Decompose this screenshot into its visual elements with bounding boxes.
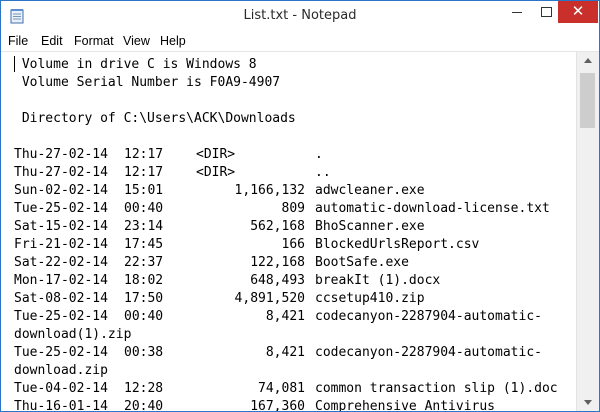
entry-date: Fri-21-02-14 bbox=[14, 237, 108, 252]
file-size: 4,891,520 bbox=[234, 291, 305, 306]
entry-time: 12:17 bbox=[124, 147, 164, 162]
title-bar[interactable]: List.txt - Notepad ✕ bbox=[1, 1, 599, 31]
file-size: 809 bbox=[281, 201, 305, 216]
scroll-up-button[interactable] bbox=[577, 52, 599, 69]
file-size: 562,168 bbox=[250, 219, 305, 234]
entry-time: 20:40 bbox=[124, 399, 164, 411]
entry-date: Thu-27-02-14 bbox=[14, 165, 108, 180]
entry-time: 17:50 bbox=[124, 291, 164, 306]
menu-file[interactable]: File bbox=[8, 34, 28, 48]
file-name: breakIt (1).docx bbox=[315, 273, 441, 288]
document-header-line: Directory of C:\Users\ACK\Downloads bbox=[14, 111, 296, 126]
entry-date: Sat-22-02-14 bbox=[14, 255, 108, 270]
file-name-continuation: download.zip bbox=[14, 363, 108, 378]
text-editor-area[interactable]: Volume in drive C is Windows 8 Volume Se… bbox=[1, 52, 576, 411]
entry-date: Tue-25-02-14 bbox=[14, 345, 108, 360]
menu-bar: File Edit Format View Help bbox=[1, 31, 599, 52]
file-size: 74,081 bbox=[258, 381, 305, 396]
file-name: Comprehensive Antivirus bbox=[315, 399, 496, 411]
menu-edit[interactable]: Edit bbox=[41, 34, 63, 48]
file-size: 1,166,132 bbox=[234, 183, 305, 198]
file-name: codecanyon-2287904-automatic- bbox=[315, 309, 542, 324]
menu-help[interactable]: Help bbox=[160, 34, 186, 48]
document-header-line: Volume Serial Number is F0A9-4907 bbox=[14, 75, 281, 90]
entry-time: 12:17 bbox=[124, 165, 164, 180]
entry-time: 00:38 bbox=[124, 345, 164, 360]
file-size: 167,360 bbox=[250, 399, 305, 411]
file-name: codecanyon-2287904-automatic- bbox=[315, 345, 542, 360]
file-size: 122,168 bbox=[250, 255, 305, 270]
entry-time: 12:28 bbox=[124, 381, 164, 396]
file-name: .. bbox=[315, 165, 331, 180]
entry-time: 17:45 bbox=[124, 237, 164, 252]
file-size: 648,493 bbox=[250, 273, 305, 288]
entry-time: 23:14 bbox=[124, 219, 164, 234]
file-name: BlockedUrlsReport.csv bbox=[315, 237, 480, 252]
file-name-continuation: download(1).zip bbox=[14, 327, 132, 342]
minimize-button[interactable] bbox=[502, 1, 532, 23]
entry-date: Sat-08-02-14 bbox=[14, 291, 108, 306]
file-name: BootSafe.exe bbox=[315, 255, 409, 270]
menu-view[interactable]: View bbox=[123, 34, 150, 48]
minimize-icon bbox=[512, 12, 522, 13]
file-name: . bbox=[315, 147, 323, 162]
entry-date: Tue-04-02-14 bbox=[14, 381, 108, 396]
entry-date: Sat-15-02-14 bbox=[14, 219, 108, 234]
file-name: ccsetup410.zip bbox=[315, 291, 425, 306]
scrollbar-thumb[interactable] bbox=[580, 73, 595, 128]
dir-marker: <DIR> bbox=[196, 147, 236, 162]
file-name: adwcleaner.exe bbox=[315, 183, 425, 198]
maximize-button[interactable] bbox=[531, 1, 561, 23]
entry-date: Thu-16-01-14 bbox=[14, 399, 108, 411]
file-size: 166 bbox=[281, 237, 305, 252]
maximize-icon bbox=[541, 7, 552, 17]
entry-time: 18:02 bbox=[124, 273, 164, 288]
entry-date: Sun-02-02-14 bbox=[14, 183, 108, 198]
file-name: BhoScanner.exe bbox=[315, 219, 425, 234]
close-icon: ✕ bbox=[571, 2, 585, 20]
file-size: 8,421 bbox=[265, 345, 305, 360]
entry-date: Tue-25-02-14 bbox=[14, 309, 108, 324]
entry-time: 00:40 bbox=[124, 309, 164, 324]
file-name: automatic-download-license.txt bbox=[315, 201, 550, 216]
chevron-down-icon bbox=[584, 400, 592, 405]
entry-time: 15:01 bbox=[124, 183, 164, 198]
entry-time: 22:37 bbox=[124, 255, 164, 270]
entry-date: Mon-17-02-14 bbox=[14, 273, 108, 288]
close-button[interactable]: ✕ bbox=[558, 1, 598, 23]
chevron-up-icon bbox=[584, 58, 592, 63]
entry-date: Tue-25-02-14 bbox=[14, 201, 108, 216]
scroll-down-button[interactable] bbox=[577, 394, 599, 411]
entry-time: 00:40 bbox=[124, 201, 164, 216]
dir-marker: <DIR> bbox=[196, 165, 236, 180]
file-name: common transaction slip (1).doc bbox=[315, 381, 558, 396]
document-header-line: Volume in drive C is Windows 8 bbox=[14, 57, 257, 72]
file-size: 8,421 bbox=[265, 309, 305, 324]
vertical-scrollbar[interactable] bbox=[576, 52, 599, 411]
menu-format[interactable]: Format bbox=[74, 34, 114, 48]
notepad-window: List.txt - Notepad ✕ File Edit Format Vi… bbox=[0, 0, 600, 412]
entry-date: Thu-27-02-14 bbox=[14, 147, 108, 162]
